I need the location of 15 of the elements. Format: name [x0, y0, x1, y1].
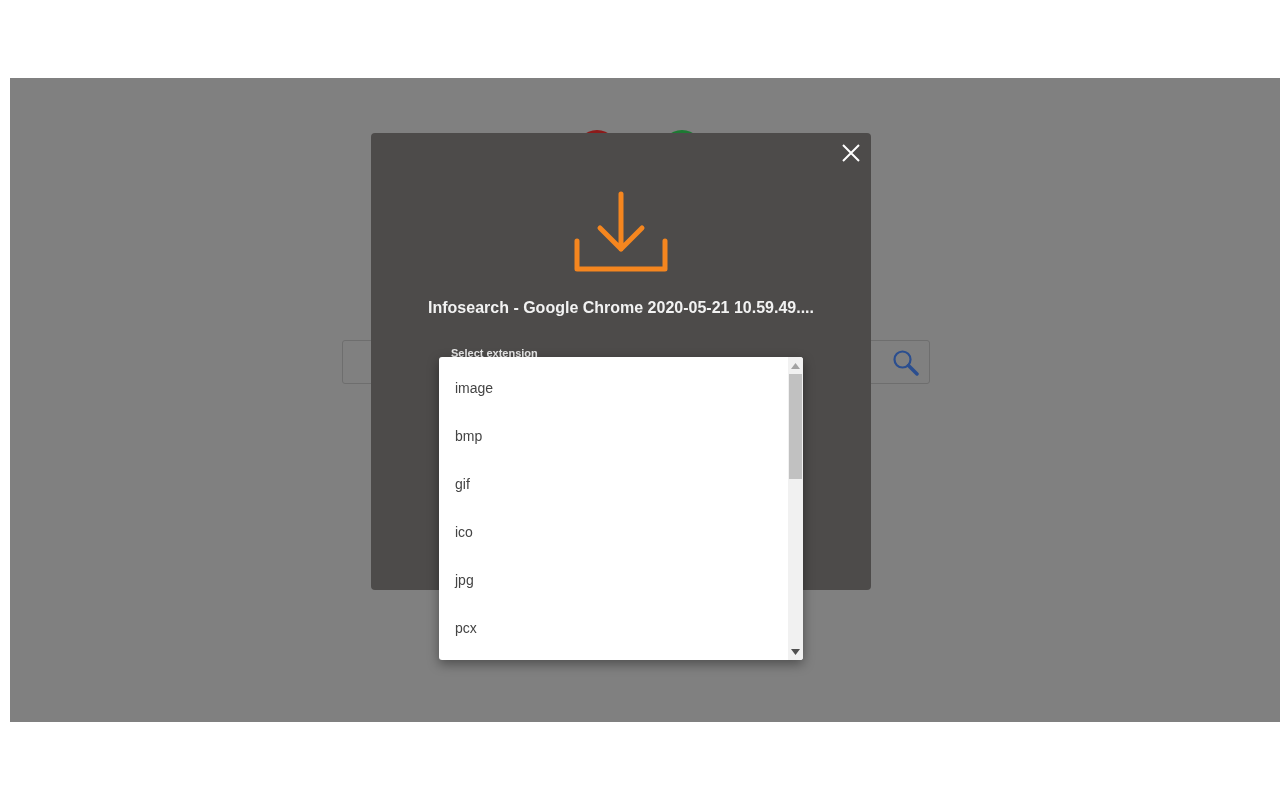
scrollbar-thumb[interactable]: [789, 374, 802, 479]
close-icon: [842, 144, 860, 162]
dropdown-option[interactable]: bmp: [439, 405, 788, 453]
dropdown-option[interactable]: image: [439, 357, 788, 405]
scroll-down-icon[interactable]: [791, 649, 800, 655]
dropdown-option[interactable]: jpg: [439, 549, 788, 597]
dropdown-option[interactable]: ico: [439, 501, 788, 549]
dropdown-option[interactable]: pcx: [439, 597, 788, 645]
dropdown-option[interactable]: gif: [439, 453, 788, 501]
select-label: Select extension: [451, 347, 538, 359]
search-icon[interactable]: [891, 348, 919, 376]
download-icon: [573, 191, 669, 273]
file-name: Infosearch - Google Chrome 2020-05-21 10.59.49....: [428, 299, 814, 317]
scroll-up-icon[interactable]: [791, 363, 800, 369]
scrollbar[interactable]: [788, 357, 803, 660]
